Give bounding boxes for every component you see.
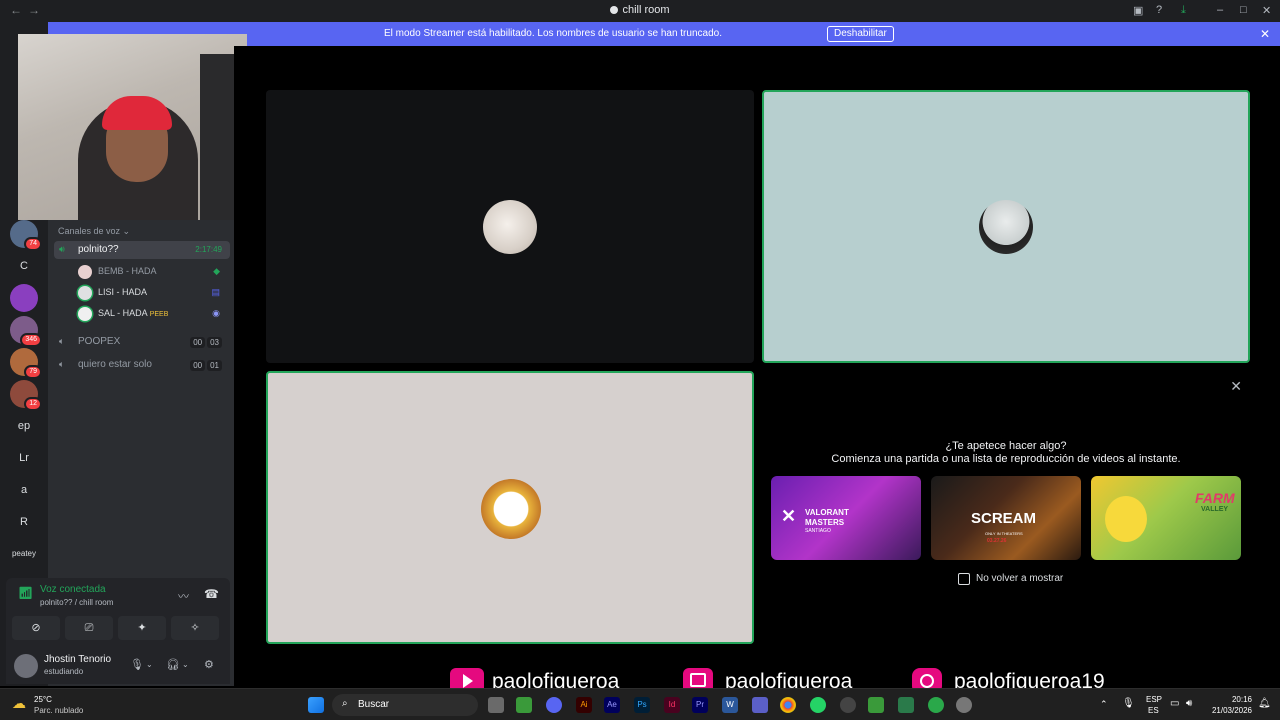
chick-art [1105, 496, 1147, 542]
game-card-scream[interactable]: SCREAM ONLY IN THEATERS 03.27.26 [931, 476, 1081, 560]
server-icon[interactable] [10, 284, 38, 312]
premiere-icon[interactable]: Pr [692, 697, 708, 713]
camera-off-button[interactable]: ⊘ [12, 616, 60, 640]
screen-icon: ▤ [211, 287, 220, 297]
participant-tile-speaking[interactable] [762, 90, 1250, 363]
minimize-icon[interactable]: – [1217, 4, 1223, 16]
inbox-icon[interactable]: ▣ [1133, 4, 1143, 17]
disable-streamer-button[interactable]: Deshabilitar [827, 26, 894, 42]
maximize-icon[interactable]: □ [1240, 4, 1247, 16]
volume-icon[interactable]: 🔊︎ [1186, 698, 1192, 709]
participant-tile-speaking[interactable] [266, 371, 754, 644]
notification-bell-icon[interactable]: 🔔︎ [1258, 698, 1271, 709]
microphone-icon[interactable]: 🎙︎ [130, 658, 144, 671]
app-icon[interactable] [840, 697, 856, 713]
settings-icon[interactable] [956, 697, 972, 713]
help-icon[interactable]: ? [1156, 4, 1162, 16]
whatsapp-icon[interactable] [810, 697, 826, 713]
server-icon[interactable]: 79 [10, 348, 42, 379]
voice-user[interactable]: SAL - HADA PEEB ◉ [78, 305, 228, 323]
server-peatey[interactable]: peatey [10, 540, 38, 568]
window-close-icon[interactable]: ✕ [1262, 4, 1271, 17]
server-icon[interactable]: 346 [10, 316, 42, 347]
channel-icon [610, 6, 619, 14]
window-title: chill room [0, 4, 1280, 16]
speaker-icon: 🔈︎ [59, 359, 65, 369]
soundboard-button[interactable]: ✧ [171, 616, 219, 640]
avatar[interactable] [14, 654, 38, 678]
banner-close-icon[interactable]: ✕ [1260, 27, 1270, 41]
voice-channels-header[interactable]: Canales de voz ⌄ [58, 226, 130, 237]
microphone-icon[interactable]: 🎙︎ [1122, 698, 1135, 709]
voice-channel-polnito[interactable]: 🔊︎ polnito?? 2:17:49 [54, 241, 230, 259]
server-c[interactable]: C [10, 252, 38, 280]
cap [102, 96, 172, 130]
close-icon[interactable]: ✕ [1230, 378, 1242, 395]
minecraft-icon[interactable] [516, 697, 532, 713]
user-panel: Jhostin Tenorio estudiando 🎙︎ ⌄ 🎧︎ ⌄ ⚙ [6, 648, 230, 684]
voice-channel-poopex[interactable]: 🔈︎ POOPEX 00 03 [54, 333, 230, 351]
participant-tile[interactable] [266, 90, 754, 363]
network-icon[interactable]: ▭ [1170, 698, 1179, 709]
speaker-icon: 🔊︎ [59, 244, 65, 254]
server-r[interactable]: R [10, 508, 38, 536]
word-icon[interactable]: W [722, 697, 738, 713]
windows-taskbar: ☁ 25°C Parc. nublado ⌕ Buscar Ai Ae Ps I… [0, 688, 1280, 720]
server-lr[interactable]: Lr [10, 444, 38, 472]
discord-icon[interactable] [546, 697, 562, 713]
screen-share-button[interactable]: ⎚ [65, 616, 113, 640]
avatar [78, 265, 92, 279]
server-icon[interactable]: 74 [10, 220, 42, 251]
task-view-icon[interactable] [488, 697, 504, 713]
voice-channel-quiero[interactable]: 🔈︎ quiero estar solo 00 01 [54, 356, 230, 374]
webcam-overlay [18, 34, 247, 220]
disconnect-icon[interactable]: ☎ [204, 587, 219, 601]
avatar [78, 286, 92, 300]
photoshop-icon[interactable]: Ps [634, 697, 650, 713]
gear-icon[interactable]: ⚙ [204, 658, 214, 671]
minecraft-launcher-icon[interactable] [868, 697, 884, 713]
avatar [78, 307, 92, 321]
game-card-valorant[interactable]: VALORANT MASTERS SANTIAGO ✕ [771, 476, 921, 560]
illustrator-icon[interactable]: Ai [576, 697, 592, 713]
teams-icon[interactable] [752, 697, 768, 713]
gamepad-icon: ◉ [212, 308, 220, 318]
chrome-icon[interactable] [780, 697, 796, 713]
voice-user[interactable]: BEMB - HADA ◆ [78, 263, 228, 281]
start-icon[interactable] [308, 697, 324, 713]
voice-user[interactable]: LISI - HADA ▤ [78, 284, 228, 302]
participant-avatar [483, 200, 537, 254]
activities-button[interactable]: ✦ [118, 616, 166, 640]
activity-icon: ◆ [213, 266, 220, 276]
title-bar: ← → chill room ▣ ? ⤓ – □ ✕ [0, 0, 1280, 22]
valorant-icon: ✕ [781, 506, 797, 526]
noise-suppression-icon[interactable]: 〰 [178, 588, 189, 604]
participant-avatar [481, 479, 541, 539]
weather-icon[interactable]: ☁ [12, 695, 26, 712]
app-icon[interactable] [928, 697, 944, 713]
server-a[interactable]: a [10, 476, 38, 504]
download-icon[interactable]: ⤓ [1181, 4, 1186, 17]
indesign-icon[interactable]: Id [664, 697, 680, 713]
game-card-farm[interactable]: FARM VALLEY [1091, 476, 1241, 560]
app-icon[interactable] [898, 697, 914, 713]
voice-connected-panel: 📶︎ Voz conectada polnito?? / chill room … [6, 578, 230, 648]
chevron-up-icon[interactable]: ⌃ [1100, 699, 1108, 710]
chevron-down-icon[interactable]: ⌄ [146, 660, 153, 669]
after-effects-icon[interactable]: Ae [604, 697, 620, 713]
headphones-icon[interactable]: 🎧︎ [166, 658, 180, 671]
speaker-icon: 🔈︎ [59, 336, 65, 346]
signal-icon[interactable]: 📶︎ [18, 586, 33, 600]
server-ep[interactable]: ep [10, 412, 38, 440]
activity-suggestion-panel: ✕ ¿Te apetece hacer algo? Comienza una p… [762, 372, 1250, 644]
dont-show-again-checkbox[interactable] [958, 573, 970, 585]
taskbar-search[interactable]: ⌕ Buscar [332, 694, 478, 716]
participant-avatar [979, 200, 1033, 254]
chevron-down-icon[interactable]: ⌄ [182, 660, 189, 669]
server-icon[interactable]: 12 [10, 380, 42, 411]
search-icon: ⌕ [342, 698, 348, 709]
